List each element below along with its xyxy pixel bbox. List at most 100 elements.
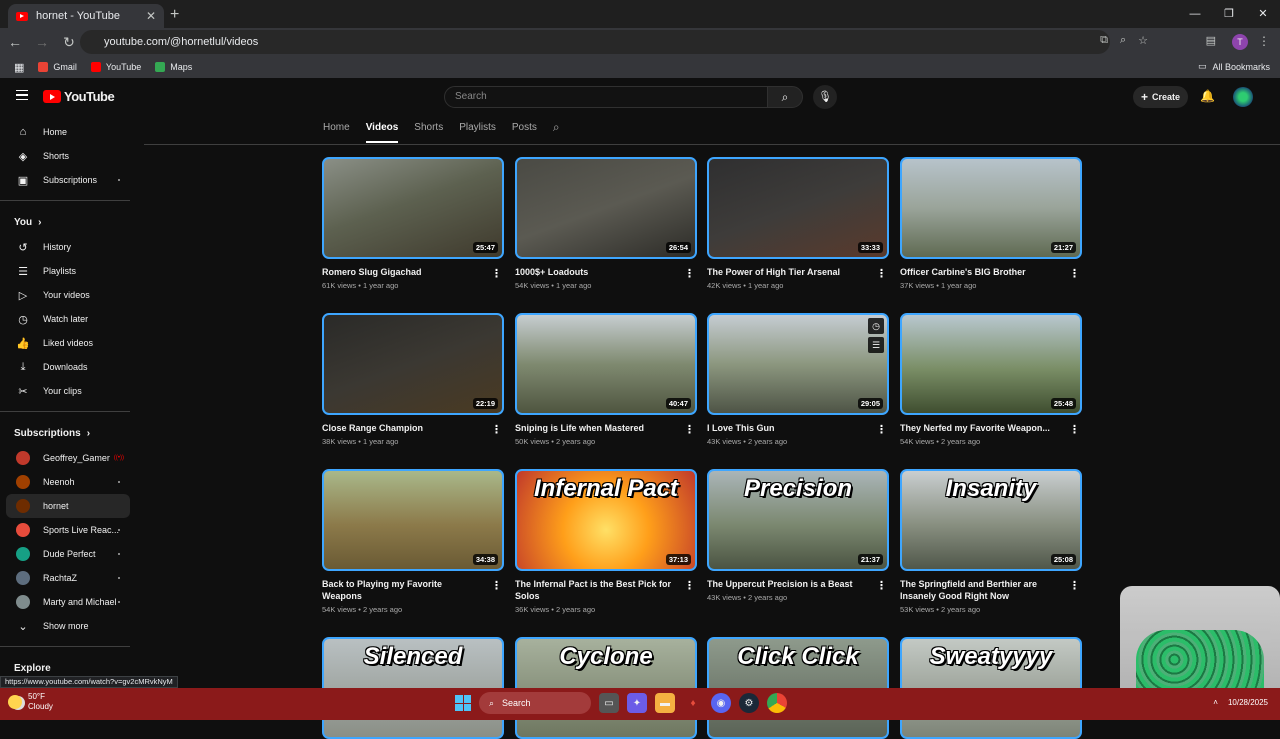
video-thumbnail[interactable]: 40:47 bbox=[515, 313, 697, 415]
you-section-header[interactable]: You › bbox=[0, 209, 138, 235]
tray-chevron-icon[interactable]: ˄ bbox=[1213, 698, 1218, 707]
sidebar-item-downloads[interactable]: ⤓ Downloads bbox=[0, 355, 138, 379]
more-actions-icon[interactable]: ⋮ bbox=[491, 579, 502, 592]
video-card[interactable]: 29:05 ◷ ☰ I Love This Gun 43K views • 2 year… bbox=[707, 313, 889, 446]
video-card[interactable]: 40:47 Sniping is Life when Mastered 50K vi… bbox=[515, 313, 697, 446]
video-title[interactable]: The Uppercut Precision is a Beast bbox=[707, 578, 867, 590]
video-card[interactable]: Infernal Pact 37:13 The Infernal Pact is t… bbox=[515, 469, 697, 614]
sidebar-item-marty-and-michael[interactable]: Marty and Michael bbox=[0, 590, 138, 614]
sidebar-item-neenoh[interactable]: Neenoh bbox=[0, 470, 138, 494]
video-title[interactable]: Close Range Champion bbox=[322, 422, 482, 434]
video-card[interactable]: Precision 21:37 The Uppercut Precision is … bbox=[707, 469, 889, 602]
tab-posts[interactable]: Posts bbox=[512, 118, 537, 144]
more-actions-icon[interactable]: ⋮ bbox=[491, 267, 502, 280]
notifications-bell-icon[interactable]: 🔔 bbox=[1200, 89, 1215, 103]
sidebar-item-watch-later[interactable]: ◷ Watch later bbox=[0, 307, 138, 331]
sidebar-item-shorts[interactable]: ◈ Shorts bbox=[0, 144, 138, 168]
tab-shorts[interactable]: Shorts bbox=[414, 118, 443, 144]
sidebar-item-playlists[interactable]: ☰ Playlists bbox=[0, 259, 138, 283]
video-title[interactable]: Back to Playing my Favorite Weapons bbox=[322, 578, 482, 602]
search-input[interactable]: Search bbox=[444, 86, 768, 108]
create-button[interactable]: + Create bbox=[1133, 86, 1188, 108]
video-thumbnail[interactable]: Insanity 25:08 bbox=[900, 469, 1082, 571]
video-title[interactable]: Sniping is Life when Mastered bbox=[515, 422, 675, 434]
tab-playlists[interactable]: Playlists bbox=[459, 118, 496, 144]
more-actions-icon[interactable]: ⋮ bbox=[491, 423, 502, 436]
video-thumbnail[interactable]: 34:38 bbox=[322, 469, 504, 571]
sidebar-item-liked-videos[interactable]: 👍 Liked videos bbox=[0, 331, 138, 355]
copilot-icon[interactable]: ✦ bbox=[627, 693, 647, 713]
video-card[interactable]: 22:19 Close Range Champion 38K views • 1 y… bbox=[322, 313, 504, 446]
video-thumbnail[interactable]: 29:05 ◷ ☰ bbox=[707, 313, 889, 415]
forward-icon[interactable]: → bbox=[30, 34, 54, 50]
sidebar-item-hornet[interactable]: hornet bbox=[6, 494, 130, 518]
video-thumbnail[interactable]: 21:27 bbox=[900, 157, 1082, 259]
video-card[interactable]: 34:38 Back to Playing my Favorite Weapons… bbox=[322, 469, 504, 614]
minimize-icon[interactable]: — bbox=[1178, 0, 1212, 28]
zoom-icon[interactable]: ⌕ bbox=[1120, 34, 1126, 47]
sidebar-item-home[interactable]: ⌂ Home bbox=[0, 120, 138, 144]
taskbar-search[interactable]: ⌕ Search bbox=[479, 692, 591, 714]
more-actions-icon[interactable]: ⋮ bbox=[1069, 423, 1080, 436]
more-actions-icon[interactable]: ⋮ bbox=[1069, 579, 1080, 592]
sidebar-item-subscriptions[interactable]: ▣ Subscriptions bbox=[0, 168, 138, 192]
video-title[interactable]: They Nerfed my Favorite Weapon... bbox=[900, 422, 1060, 434]
reload-icon[interactable]: ↻ bbox=[57, 34, 81, 51]
install-icon[interactable]: ⧉ bbox=[1100, 34, 1108, 47]
sidebar-item-your-clips[interactable]: ✂ Your clips bbox=[0, 379, 138, 403]
chrome-menu-icon[interactable]: ⋮ bbox=[1258, 34, 1270, 48]
sidebar-item-history[interactable]: ↺ History bbox=[0, 235, 138, 259]
bookmark-youtube[interactable]: YouTube bbox=[90, 62, 141, 72]
sidebar-item-geoffrey-gamer[interactable]: Geoffrey_Gamer ((•)) bbox=[0, 446, 138, 470]
subscriptions-section-header[interactable]: Subscriptions › bbox=[0, 420, 138, 446]
video-card[interactable]: 25:47 Romero Slug Gigachad 61K views • 1 y… bbox=[322, 157, 504, 290]
bookmark-maps[interactable]: Maps bbox=[155, 62, 192, 72]
more-actions-icon[interactable]: ⋮ bbox=[876, 267, 887, 280]
show-more-button[interactable]: ⌄ Show more bbox=[0, 614, 138, 638]
more-actions-icon[interactable]: ⋮ bbox=[684, 267, 695, 280]
maps-pin-icon[interactable]: ♦ bbox=[683, 693, 703, 713]
video-title[interactable]: I Love This Gun bbox=[707, 422, 867, 434]
video-card[interactable]: Insanity 25:08 The Springfield and Berthie… bbox=[900, 469, 1082, 614]
chrome-icon[interactable] bbox=[767, 693, 787, 713]
apps-grid-icon[interactable]: ▦ bbox=[14, 61, 24, 74]
discord-icon[interactable]: ◉ bbox=[711, 693, 731, 713]
youtube-logo[interactable]: YouTube bbox=[43, 89, 115, 104]
video-title[interactable]: The Springfield and Berthier are Insanel… bbox=[900, 578, 1060, 602]
video-thumbnail[interactable]: 26:54 bbox=[515, 157, 697, 259]
video-title[interactable]: The Power of High Tier Arsenal bbox=[707, 266, 867, 278]
url-field[interactable]: youtube.com/@hornetlul/videos bbox=[80, 30, 1110, 54]
weather-widget[interactable]: 50°F Cloudy bbox=[8, 692, 53, 712]
video-card[interactable]: 26:54 1000$+ Loadouts 54K views • 1 year a… bbox=[515, 157, 697, 290]
video-thumbnail[interactable]: Precision 21:37 bbox=[707, 469, 889, 571]
channel-search-icon[interactable]: ⌕ bbox=[553, 118, 560, 144]
steam-icon[interactable]: ⚙ bbox=[739, 693, 759, 713]
back-icon[interactable]: ← bbox=[3, 34, 27, 50]
video-title[interactable]: Romero Slug Gigachad bbox=[322, 266, 482, 278]
more-actions-icon[interactable]: ⋮ bbox=[1069, 267, 1080, 280]
sidebar-item-your-videos[interactable]: ▷ Your videos bbox=[0, 283, 138, 307]
restore-icon[interactable]: ❐ bbox=[1212, 0, 1246, 28]
video-title[interactable]: The Infernal Pact is the Best Pick for S… bbox=[515, 578, 675, 602]
video-card[interactable]: 21:27 Officer Carbine's BIG Brother 37K vi… bbox=[900, 157, 1082, 290]
more-actions-icon[interactable]: ⋮ bbox=[684, 423, 695, 436]
video-card[interactable]: 33:33 The Power of High Tier Arsenal 42K v… bbox=[707, 157, 889, 290]
bookmark-gmail[interactable]: Gmail bbox=[38, 62, 77, 72]
more-actions-icon[interactable]: ⋮ bbox=[876, 423, 887, 436]
more-actions-icon[interactable]: ⋮ bbox=[876, 579, 887, 592]
windows-start-icon[interactable] bbox=[455, 695, 471, 711]
video-thumbnail[interactable]: Infernal Pact 37:13 bbox=[515, 469, 697, 571]
watch-later-icon[interactable]: ◷ bbox=[868, 318, 884, 334]
video-card[interactable]: 25:48 They Nerfed my Favorite Weapon... 54… bbox=[900, 313, 1082, 446]
close-window-icon[interactable]: ✕ bbox=[1246, 0, 1280, 28]
video-thumbnail[interactable]: 22:19 bbox=[322, 313, 504, 415]
voice-search-button[interactable]: 🎙 bbox=[813, 85, 837, 109]
sidebar-item-sports-live-reac[interactable]: Sports Live Reac... bbox=[0, 518, 138, 542]
video-title[interactable]: Officer Carbine's BIG Brother bbox=[900, 266, 1060, 278]
video-title[interactable]: 1000$+ Loadouts bbox=[515, 266, 675, 278]
add-to-queue-icon[interactable]: ☰ bbox=[868, 337, 884, 353]
more-actions-icon[interactable]: ⋮ bbox=[684, 579, 695, 592]
tab-home[interactable]: Home bbox=[323, 118, 350, 144]
side-panel-icon[interactable]: ▤ bbox=[1206, 34, 1216, 47]
video-thumbnail[interactable]: 25:48 bbox=[900, 313, 1082, 415]
